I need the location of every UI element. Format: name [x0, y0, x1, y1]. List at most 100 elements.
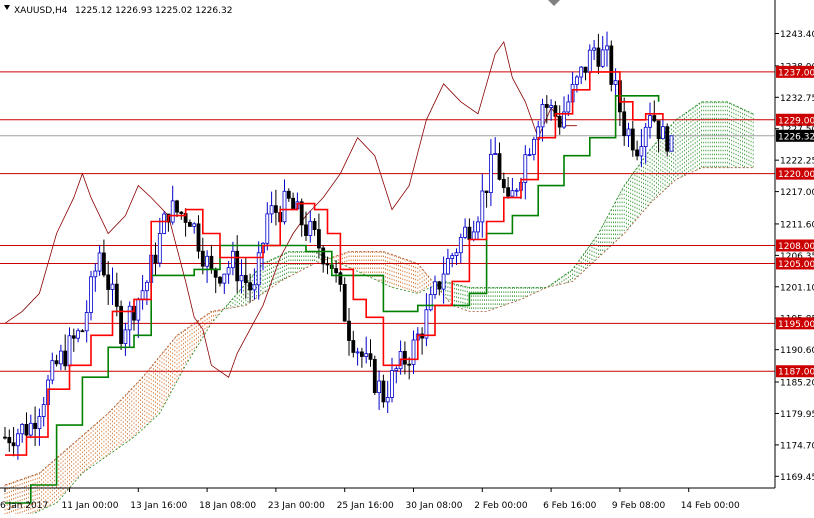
- candle-body: [28, 422, 33, 436]
- candle-body: [76, 330, 80, 339]
- candle-body: [157, 233, 162, 264]
- candle-body: [656, 120, 661, 140]
- candle-body: [605, 45, 609, 51]
- candle-body: [209, 255, 214, 270]
- candle-body: [97, 252, 102, 272]
- y-tick-label: 1222.25: [780, 157, 814, 167]
- candle-body: [428, 294, 433, 311]
- candle-body: [153, 254, 158, 264]
- x-tick-label: 14 Feb 00:00: [681, 501, 740, 511]
- candle-body: [265, 213, 270, 244]
- candle-body: [192, 223, 197, 227]
- candle-body: [652, 115, 657, 122]
- candle-body: [364, 353, 369, 357]
- symbol-label: XAUUSD,H4: [14, 6, 68, 16]
- candle-body: [273, 205, 278, 213]
- candle-body: [639, 146, 644, 157]
- candle-body: [402, 351, 407, 365]
- candle-body: [200, 250, 205, 267]
- x-tick-label: 18 Jan 08:00: [199, 501, 256, 511]
- candle-body: [458, 237, 463, 254]
- x-tick-label: 23 Jan 00:00: [268, 501, 325, 511]
- candle-body: [20, 424, 25, 435]
- candle-body: [114, 283, 119, 307]
- candle-body: [626, 128, 631, 137]
- candle-body: [89, 276, 93, 313]
- candle-body: [316, 229, 321, 249]
- candle-body: [549, 105, 553, 108]
- candle[interactable]: [119, 300, 123, 350]
- candle-body: [540, 104, 545, 128]
- candle-body: [381, 380, 386, 403]
- chart-svg[interactable]: 1243.401238.001232.751227.501222.251217.…: [0, 0, 814, 518]
- y-tick-label: 1190.60: [780, 346, 814, 356]
- candle-body: [136, 298, 141, 321]
- candle-body: [269, 205, 274, 215]
- candle[interactable]: [342, 277, 347, 322]
- candle-body: [144, 281, 149, 292]
- candle-body: [7, 436, 12, 444]
- candle-body: [248, 282, 253, 291]
- candle-body: [71, 335, 76, 339]
- candle-body: [359, 351, 364, 357]
- candle-body: [179, 211, 184, 214]
- price-axis-labels: 1243.401238.001232.751227.501222.251217.…: [775, 30, 814, 483]
- candle-body: [377, 380, 382, 394]
- candle-body: [394, 368, 399, 371]
- candle-body: [609, 45, 614, 85]
- candle-body: [351, 340, 356, 353]
- candle-body: [390, 370, 394, 398]
- candle-body: [501, 178, 506, 189]
- candle-body: [33, 422, 37, 430]
- candle-body: [385, 397, 390, 403]
- candle-body: [84, 312, 89, 332]
- candle-body: [175, 200, 179, 213]
- candle-body: [587, 49, 592, 73]
- candle-body: [230, 250, 235, 269]
- y-tick-label: 1217.00: [780, 188, 814, 198]
- x-tick-label: 2 Feb 00:00: [474, 501, 528, 511]
- candle-body: [368, 353, 373, 360]
- x-tick-label: 6 Feb 16:00: [543, 501, 597, 511]
- candle-body: [162, 213, 167, 234]
- candle-body: [592, 47, 596, 51]
- chart-header: XAUUSD,H4 1225.12 1226.93 1225.02 1226.3…: [4, 5, 232, 16]
- candle-body: [102, 252, 106, 276]
- candle-body: [282, 190, 287, 223]
- x-tick-label: 30 Jan 08:00: [406, 501, 463, 511]
- y-tick-label: 1211.60: [780, 220, 814, 230]
- candle-body: [583, 66, 588, 73]
- candle[interactable]: [372, 355, 377, 396]
- candle-body: [510, 190, 515, 197]
- candle-body: [493, 153, 498, 155]
- price-chart[interactable]: 1243.401238.001232.751227.501222.251217.…: [0, 0, 814, 518]
- level-label: 1195.00: [778, 320, 814, 330]
- y-tick-label: 1243.40: [780, 30, 814, 40]
- candle-body: [252, 284, 257, 291]
- candle-body: [488, 153, 493, 193]
- candle-body: [433, 281, 437, 295]
- candle-body: [41, 404, 46, 417]
- candle-body: [463, 226, 468, 238]
- x-tick-label: 6 Jan 2017: [0, 501, 48, 511]
- candle[interactable]: [609, 40, 614, 92]
- candle-body: [471, 231, 476, 240]
- candle[interactable]: [162, 211, 167, 235]
- candle-body: [11, 442, 16, 447]
- candle-body: [342, 284, 347, 322]
- candle-body: [205, 255, 210, 267]
- candle-body: [441, 273, 446, 290]
- candle[interactable]: [665, 123, 670, 157]
- candle-body: [544, 104, 549, 108]
- level-label: 1220.00: [778, 170, 814, 180]
- candle-body: [454, 252, 459, 256]
- candle-body: [497, 153, 502, 180]
- y-tick-label: 1169.45: [780, 473, 814, 483]
- level-label: 1205.00: [778, 260, 814, 270]
- candle-body: [635, 149, 639, 157]
- candle-body: [170, 200, 175, 223]
- candle[interactable]: [669, 135, 674, 152]
- candle-body: [321, 247, 326, 265]
- level-label: 1187.00: [778, 368, 814, 378]
- candle-body: [476, 221, 480, 233]
